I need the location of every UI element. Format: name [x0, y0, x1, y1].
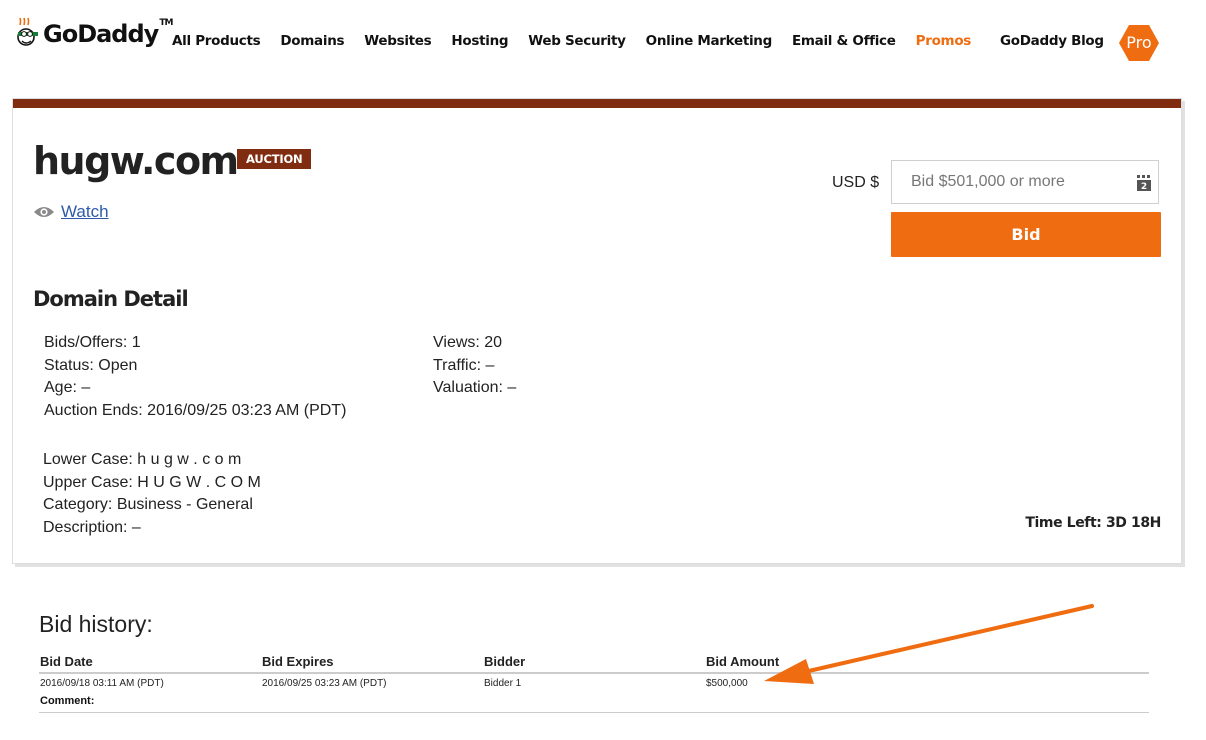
- traffic: Traffic: –: [433, 356, 495, 374]
- valuation: Valuation: –: [433, 379, 517, 397]
- nav-godaddy-blog[interactable]: GoDaddy Blog: [1000, 33, 1104, 49]
- godaddy-mascot-icon: [17, 17, 38, 46]
- comment-row: Comment:: [39, 690, 1149, 713]
- nav-promos[interactable]: Promos: [916, 33, 972, 49]
- lower-case: Lower Case: h u g w . c o m: [43, 451, 242, 468]
- nav-online-marketing[interactable]: Online Marketing: [646, 33, 773, 49]
- column-header-bidder: Bidder: [484, 654, 526, 669]
- cell-bid-date: 2016/09/18 03:11 AM (PDT): [40, 678, 164, 689]
- bid-history-table: Bid Date Bid Expires Bidder Bid Amount 2…: [39, 654, 1149, 713]
- currency-label: USD $: [832, 174, 880, 191]
- main-nav: All Products Domains Websites Hosting We…: [172, 33, 991, 49]
- cell-bidder: Bidder 1: [484, 678, 522, 689]
- comment-label: Comment:: [40, 695, 95, 707]
- description: Description: –: [43, 519, 141, 537]
- domain-detail-title: Domain Detail: [33, 287, 189, 311]
- domain-name: hugw.com: [33, 139, 239, 183]
- card-top-bar: [13, 99, 1181, 108]
- status: Status: Open: [44, 356, 138, 374]
- detail-extra: Lower Case: h u g w . c o m Upper Case: …: [43, 449, 261, 540]
- auction-badge: AUCTION: [237, 149, 312, 169]
- nav-web-security[interactable]: Web Security: [528, 33, 626, 49]
- cell-bid-expires: 2016/09/25 03:23 AM (PDT): [262, 678, 387, 689]
- domain-card: hugw.com AUCTION Watch USD $ 2 Bid Domai…: [12, 98, 1182, 564]
- category: Category: Business - General: [43, 496, 253, 514]
- bid-history-title: Bid history:: [39, 611, 153, 637]
- pro-button[interactable]: Pro: [1118, 24, 1160, 62]
- detail-left-column: Bids/Offers: 1 Status: Open Age: – Aucti…: [44, 332, 346, 423]
- auction-ends: Auction Ends: 2016/09/25 03:23 AM (PDT): [44, 402, 347, 420]
- watch-link[interactable]: Watch: [61, 202, 109, 222]
- nav-hosting[interactable]: Hosting: [451, 33, 508, 49]
- nav-all-products[interactable]: All Products: [172, 33, 261, 49]
- age: Age: –: [44, 379, 91, 397]
- views: Views: 20: [433, 334, 503, 351]
- nav-domains[interactable]: Domains: [280, 33, 344, 49]
- cell-bid-amount: $500,000: [706, 678, 748, 689]
- bids-offers: Bids/Offers: 1: [44, 334, 141, 351]
- table-header-row: Bid Date Bid Expires Bidder Bid Amount: [39, 654, 1149, 674]
- pro-label: Pro: [1126, 33, 1152, 52]
- eye-icon: [34, 207, 54, 217]
- site-header: GoDaddyTM All Products Domains Websites …: [0, 0, 1206, 90]
- column-header-bid-expires: Bid Expires: [262, 654, 334, 669]
- detail-right-column: Views: 20 Traffic: – Valuation: –: [433, 332, 516, 400]
- godaddy-logo[interactable]: GoDaddyTM: [16, 14, 173, 54]
- bid-button[interactable]: Bid: [891, 212, 1161, 257]
- upper-case: Upper Case: H U G W . C O M: [43, 473, 261, 491]
- calculator-digit: 2: [1141, 182, 1147, 191]
- watch-control[interactable]: Watch: [33, 202, 109, 222]
- column-header-bid-date: Bid Date: [40, 654, 93, 669]
- table-row: 2016/09/18 03:11 AM (PDT) 2016/09/25 03:…: [39, 674, 1149, 690]
- column-header-bid-amount: Bid Amount: [706, 654, 780, 669]
- time-left: Time Left: 3D 18H: [1025, 515, 1161, 531]
- logo-text: GoDaddyTM: [43, 18, 173, 48]
- calculator-icon[interactable]: 2: [1137, 175, 1151, 191]
- nav-email-office[interactable]: Email & Office: [792, 33, 896, 49]
- nav-websites[interactable]: Websites: [364, 33, 431, 49]
- bid-amount-input[interactable]: [891, 160, 1159, 204]
